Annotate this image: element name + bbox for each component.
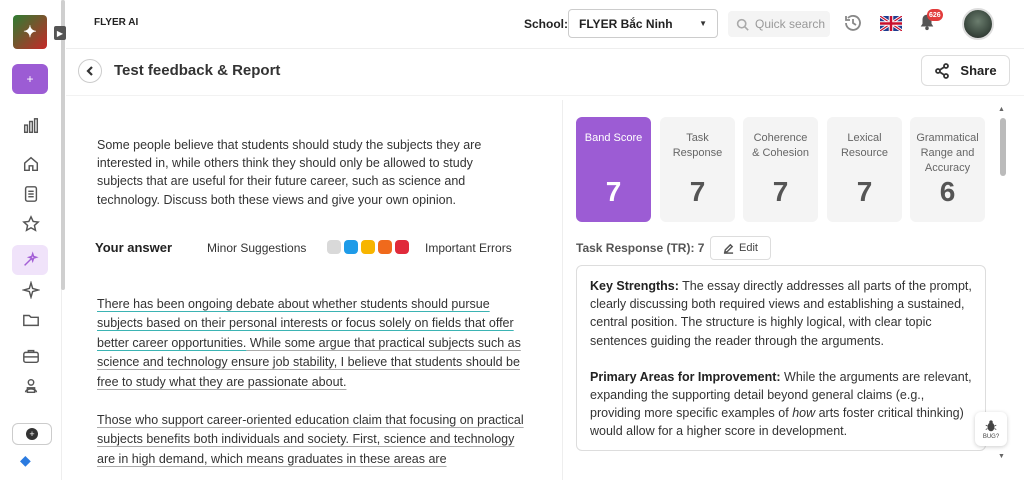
task-response-heading: Task Response (TR): 7 [576, 241, 705, 255]
scroll-up-arrow[interactable]: ▲ [998, 106, 1005, 113]
content-scrollbar[interactable] [1000, 118, 1006, 176]
plus-circle-icon: + [26, 428, 38, 440]
school-select-value: FLYER Bắc Ninh [579, 16, 673, 31]
sparkle-icon[interactable] [19, 278, 43, 302]
header-divider-bottom [66, 95, 1024, 96]
sparkle-tool-icon[interactable] [12, 245, 48, 275]
essay-answer: There has been ongoing debate about whet… [97, 295, 527, 480]
edit-label: Edit [739, 242, 758, 254]
school-select[interactable]: FLYER Bắc Ninh ▼ [568, 9, 718, 38]
sidebar-add-button[interactable]: + [12, 64, 48, 94]
essay-prompt: Some people believe that students should… [97, 138, 482, 207]
gem-icon[interactable]: ◆ [20, 452, 31, 469]
bug-report-button[interactable]: BUG? [975, 412, 1007, 446]
score-value: 7 [605, 176, 622, 207]
history-icon[interactable] [843, 13, 865, 35]
sidebar-collapse-button[interactable]: ▶ [54, 26, 66, 40]
chart-icon[interactable] [19, 114, 43, 138]
app-logo[interactable]: ✦ [13, 15, 47, 49]
bug-icon [985, 419, 997, 431]
essay-paragraph: There has been ongoing debate about whet… [97, 295, 527, 392]
plus-icon: + [26, 72, 34, 86]
highlighted-sentence[interactable]: Those who support career-oriented educat… [97, 413, 524, 466]
task-response-card[interactable]: Task Response 7 [660, 117, 735, 222]
score-label: Task Response [672, 132, 723, 159]
score-label: Band Score [584, 132, 643, 144]
chevron-down-icon: ▼ [699, 19, 707, 28]
score-label: Lexical Resource [840, 132, 889, 159]
improvement-paragraph: Primary Areas for Improvement: While the… [590, 368, 972, 441]
uk-flag-icon[interactable] [879, 14, 903, 33]
legend-swatch [361, 240, 375, 254]
band-score-card[interactable]: Band Score 7 [576, 117, 651, 222]
legend-swatch [327, 240, 341, 254]
score-label: Grammatical Range and Accuracy [916, 132, 979, 174]
share-icon [935, 62, 950, 79]
improvement-emphasis: how [792, 406, 816, 421]
briefcase-icon[interactable] [19, 344, 43, 368]
avatar[interactable] [962, 8, 994, 40]
grammatical-range-card[interactable]: Grammatical Range and Accuracy 6 [910, 117, 985, 222]
score-value: 6 [939, 176, 956, 207]
chevron-left-icon [86, 66, 93, 76]
feedback-box: Key Strengths: The essay directly addres… [576, 265, 986, 451]
edit-button[interactable]: Edit [710, 236, 771, 260]
your-answer-title: Your answer [95, 240, 173, 255]
strengths-paragraph: Key Strengths: The essay directly addres… [590, 277, 972, 350]
sidebar-scrollbar[interactable] [61, 0, 65, 290]
coherence-cohesion-card[interactable]: Coherence & Cohesion 7 [743, 117, 818, 222]
page-title: Test feedback & Report [114, 62, 281, 79]
document-icon[interactable] [19, 182, 43, 206]
users-icon[interactable] [19, 374, 43, 398]
score-label: Coherence & Cohesion [752, 132, 809, 159]
share-button[interactable]: Share [921, 55, 1010, 86]
share-label: Share [960, 63, 997, 78]
sidebar-plus-button[interactable]: + [12, 423, 52, 445]
notification-badge: 626 [927, 9, 943, 21]
folder-icon[interactable] [19, 308, 43, 332]
legend-swatch [378, 240, 392, 254]
improvement-title: Primary Areas for Improvement: [590, 369, 781, 384]
back-button[interactable] [78, 59, 102, 83]
score-value: 7 [856, 176, 873, 207]
scroll-down-arrow[interactable]: ▼ [998, 453, 1005, 460]
bug-label: BUG? [982, 433, 1000, 440]
pencil-icon [723, 243, 734, 254]
strengths-title: Key Strengths: [590, 279, 679, 293]
legend-swatch [344, 240, 358, 254]
legend-swatch [395, 240, 409, 254]
school-label: School: [524, 17, 568, 31]
score-value: 7 [689, 176, 706, 207]
lexical-resource-card[interactable]: Lexical Resource 7 [827, 117, 902, 222]
search-placeholder: Quick search [755, 17, 826, 31]
minor-suggestions-label: Minor Suggestions [207, 241, 307, 255]
important-errors-label: Important Errors [425, 241, 512, 255]
search-icon [736, 18, 749, 31]
score-value: 7 [772, 176, 789, 207]
home-icon[interactable] [19, 152, 43, 176]
search-input[interactable]: Quick search [728, 11, 830, 37]
error-severity-legend [327, 240, 409, 254]
essay-paragraph: Those who support career-oriented educat… [97, 411, 527, 469]
header-divider [66, 48, 1024, 49]
panel-divider [562, 100, 563, 480]
brand-name: FLYER AI [94, 17, 139, 28]
star-icon[interactable] [19, 212, 43, 236]
